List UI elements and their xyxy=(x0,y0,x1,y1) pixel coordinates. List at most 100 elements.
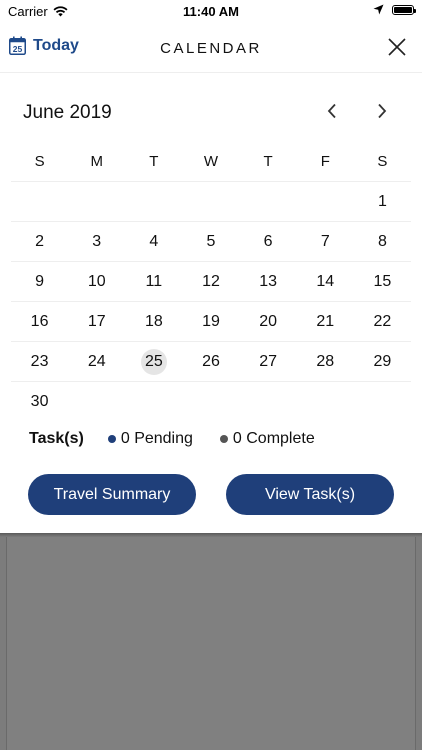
day-cell-selected[interactable]: 25 xyxy=(125,342,182,381)
day-cell[interactable]: 15 xyxy=(354,262,411,301)
day-number: 2 xyxy=(35,232,45,250)
status-bar: Carrier 11:40 AM xyxy=(0,0,422,22)
day-number: 7 xyxy=(320,232,330,250)
day-number: 20 xyxy=(259,312,278,330)
background-panel xyxy=(6,535,416,750)
month-navigation: June 2019 xyxy=(0,90,422,134)
day-cell[interactable]: 20 xyxy=(240,302,297,341)
view-tasks-button[interactable]: View Task(s) xyxy=(226,474,394,515)
pending-dot-icon xyxy=(107,435,116,443)
day-cell[interactable]: 2 xyxy=(11,222,68,261)
day-number: 13 xyxy=(259,272,278,290)
day-number: 23 xyxy=(30,352,49,370)
day-cell[interactable]: 3 xyxy=(68,222,125,261)
page-title: CALENDAR xyxy=(160,40,262,57)
day-cell-empty xyxy=(68,382,125,421)
day-number: 16 xyxy=(30,312,49,330)
day-cell-empty xyxy=(240,382,297,421)
travel-summary-button[interactable]: Travel Summary xyxy=(28,474,196,515)
day-number: 27 xyxy=(259,352,278,370)
day-cell[interactable]: 14 xyxy=(297,262,354,301)
day-cell[interactable]: 1 xyxy=(354,182,411,221)
chevron-left-icon xyxy=(327,103,336,119)
day-cell[interactable]: 5 xyxy=(182,222,239,261)
weekday-label: S xyxy=(377,153,388,170)
day-cell[interactable]: 21 xyxy=(297,302,354,341)
day-number: 8 xyxy=(377,232,387,250)
day-number: 15 xyxy=(373,272,392,290)
day-cell[interactable]: 28 xyxy=(297,342,354,381)
day-number: 29 xyxy=(373,352,392,370)
weekday-label: W xyxy=(203,153,219,170)
day-cell[interactable]: 19 xyxy=(182,302,239,341)
day-number: 12 xyxy=(202,272,220,290)
day-number: 6 xyxy=(263,232,273,250)
calendar-header: 25 Today CALENDAR xyxy=(0,28,422,73)
close-button[interactable] xyxy=(388,38,406,61)
battery-icon xyxy=(392,4,416,15)
pending-count: 0 Pending xyxy=(107,430,193,448)
previous-month-button[interactable] xyxy=(326,103,338,124)
next-month-button[interactable] xyxy=(376,103,388,124)
day-cell[interactable]: 24 xyxy=(68,342,125,381)
tasks-label: Task(s) xyxy=(29,430,84,447)
month-label: June 2019 xyxy=(23,102,112,123)
modal-shadow xyxy=(0,533,422,537)
day-cell-empty xyxy=(68,182,125,221)
day-number: 3 xyxy=(92,232,102,250)
day-cell[interactable]: 4 xyxy=(125,222,182,261)
day-cell[interactable]: 30 xyxy=(11,382,68,421)
day-number: 24 xyxy=(87,352,106,370)
weekday-label: M xyxy=(90,153,103,170)
day-cell-empty xyxy=(11,182,68,221)
day-cell-empty xyxy=(297,382,354,421)
day-number: 11 xyxy=(145,272,163,290)
day-number: 9 xyxy=(35,272,45,290)
calendar-week: 1 xyxy=(11,182,411,222)
day-number: 25 xyxy=(140,348,167,375)
day-number: 18 xyxy=(144,312,163,330)
day-cell[interactable]: 26 xyxy=(182,342,239,381)
day-cell[interactable]: 6 xyxy=(240,222,297,261)
day-number: 21 xyxy=(316,312,335,330)
chevron-right-icon xyxy=(378,103,387,119)
day-number: 22 xyxy=(373,312,392,330)
day-cell-empty xyxy=(182,382,239,421)
day-cell[interactable]: 8 xyxy=(354,222,411,261)
day-cell[interactable]: 22 xyxy=(354,302,411,341)
day-cell[interactable]: 27 xyxy=(240,342,297,381)
weekday-label: F xyxy=(320,153,330,170)
calendar-week: 16 17 18 19 20 21 22 xyxy=(11,302,411,342)
day-cell[interactable]: 9 xyxy=(11,262,68,301)
weekday-header: S M T W T F S xyxy=(11,145,411,182)
background-overlay[interactable] xyxy=(0,535,422,750)
day-cell[interactable]: 16 xyxy=(11,302,68,341)
day-cell-empty xyxy=(354,382,411,421)
day-number: 4 xyxy=(149,232,159,250)
day-number: 19 xyxy=(202,312,220,330)
day-cell[interactable]: 13 xyxy=(240,262,297,301)
complete-count: 0 Complete xyxy=(219,430,315,448)
day-cell-empty xyxy=(240,182,297,221)
weekday-label: T xyxy=(149,153,159,170)
day-cell[interactable]: 10 xyxy=(68,262,125,301)
weekday-label: T xyxy=(263,153,273,170)
day-cell-empty xyxy=(297,182,354,221)
day-number: 14 xyxy=(316,272,335,290)
calendar-week: 9 10 11 12 13 14 15 xyxy=(11,262,411,302)
status-time: 11:40 AM xyxy=(183,4,239,19)
day-cell[interactable]: 18 xyxy=(125,302,182,341)
location-arrow-icon xyxy=(373,4,384,15)
day-cell[interactable]: 12 xyxy=(182,262,239,301)
close-icon xyxy=(388,38,406,56)
complete-label: 0 Complete xyxy=(232,430,315,447)
day-cell[interactable]: 23 xyxy=(11,342,68,381)
day-cell[interactable]: 17 xyxy=(68,302,125,341)
calendar-week: 23 24 25 26 27 28 29 xyxy=(11,342,411,382)
day-cell[interactable]: 7 xyxy=(297,222,354,261)
day-cell[interactable]: 11 xyxy=(125,262,182,301)
day-cell[interactable]: 29 xyxy=(354,342,411,381)
weekday-label: S xyxy=(34,153,45,170)
day-number: 30 xyxy=(30,392,49,410)
day-number: 28 xyxy=(316,352,335,370)
